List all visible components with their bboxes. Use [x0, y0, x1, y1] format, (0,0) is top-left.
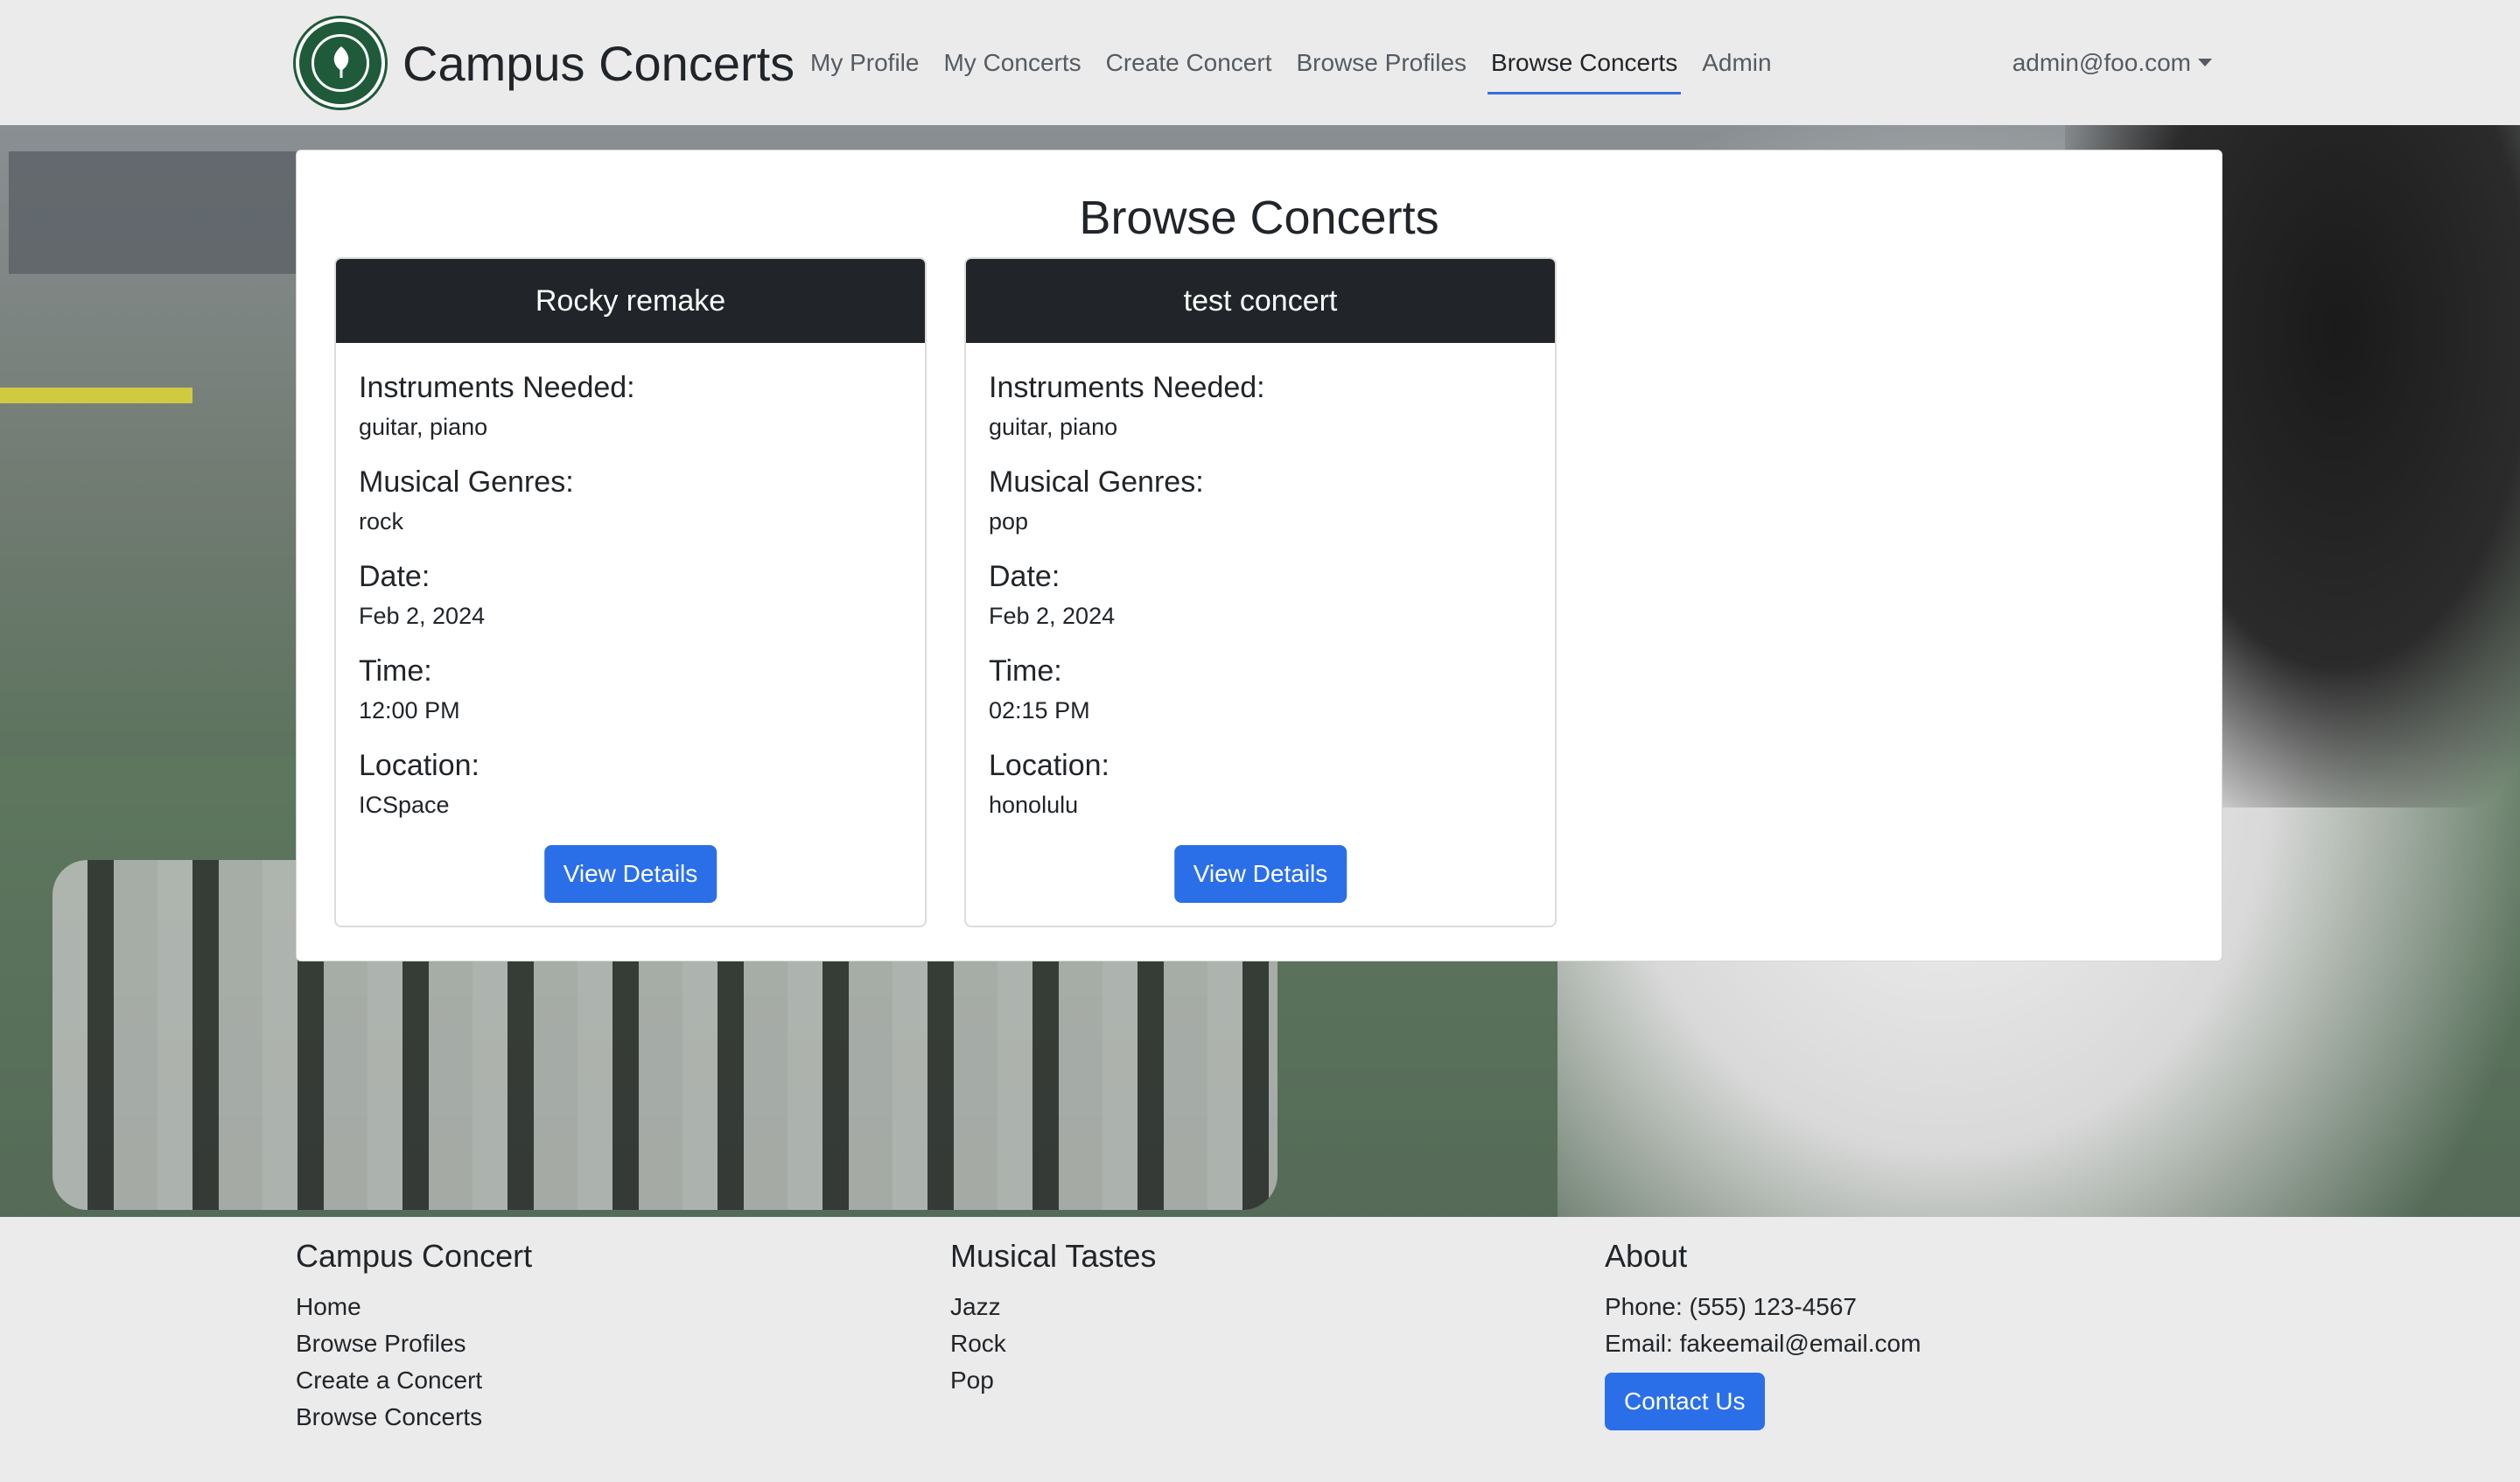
view-details-button[interactable]: View Details: [1173, 845, 1348, 903]
genres-label: Musical Genres:: [989, 465, 1204, 499]
contact-us-button[interactable]: Contact Us: [1605, 1373, 1765, 1430]
nav-admin[interactable]: Admin: [1690, 0, 1783, 125]
navbar: Campus Concerts My Profile My Concerts C…: [0, 0, 2520, 125]
genres-value: pop: [989, 508, 1029, 535]
concert-card: test concert Instruments Needed: guitar,…: [964, 257, 1557, 927]
concert-name: Rocky remake: [336, 259, 925, 343]
user-dropdown[interactable]: admin@foo.com: [2012, 0, 2212, 125]
nav-browse-concerts[interactable]: Browse Concerts: [1479, 0, 1690, 125]
footer-link-home[interactable]: Home: [296, 1289, 532, 1325]
date-value: Feb 2, 2024: [989, 603, 1116, 629]
footer-link-rock[interactable]: Rock: [950, 1325, 1156, 1362]
instruments-value: guitar, piano: [359, 414, 488, 440]
page-title: Browse Concerts: [1079, 192, 1439, 244]
nav-browse-profiles[interactable]: Browse Profiles: [1284, 0, 1480, 125]
view-details-button[interactable]: View Details: [543, 845, 718, 903]
time-label: Time:: [359, 654, 432, 688]
browse-concerts-panel: Browse Concerts Rocky remake Instruments…: [296, 150, 2222, 961]
nav-my-concerts[interactable]: My Concerts: [931, 0, 1093, 125]
location-label: Location:: [359, 749, 480, 782]
brand-title[interactable]: Campus Concerts: [402, 35, 794, 92]
footer-link-browse-profiles[interactable]: Browse Profiles: [296, 1325, 532, 1362]
location-value: honolulu: [989, 792, 1079, 818]
footer-col-tastes: Musical Tastes Jazz Rock Pop: [950, 1238, 1156, 1399]
nav-create-concert[interactable]: Create Concert: [1094, 0, 1284, 125]
date-value: Feb 2, 2024: [359, 603, 486, 629]
genres-label: Musical Genres:: [359, 465, 574, 499]
nav-my-profile[interactable]: My Profile: [798, 0, 931, 125]
location-label: Location:: [989, 749, 1110, 782]
footer: Campus Concert Home Browse Profiles Crea…: [0, 1217, 2520, 1482]
brand[interactable]: Campus Concerts: [296, 17, 794, 108]
instruments-label: Instruments Needed:: [359, 371, 635, 404]
time-label: Time:: [989, 654, 1062, 688]
concert-card: Rocky remake Instruments Needed: guitar,…: [334, 257, 927, 927]
footer-link-create-concert[interactable]: Create a Concert: [296, 1362, 532, 1399]
footer-heading: Campus Concert: [296, 1238, 533, 1274]
footer-email: Email: fakeemail@email.com: [1605, 1330, 1922, 1357]
location-value: ICSpace: [359, 792, 450, 818]
footer-heading: About: [1605, 1238, 1688, 1274]
date-label: Date:: [989, 560, 1060, 593]
instruments-value: guitar, piano: [989, 414, 1118, 440]
nav-links: My Profile My Concerts Create Concert Br…: [798, 0, 1784, 125]
time-value: 02:15 PM: [989, 697, 1090, 724]
concert-name: test concert: [966, 259, 1555, 343]
time-value: 12:00 PM: [359, 697, 460, 724]
footer-col-campus: Campus Concert Home Browse Profiles Crea…: [296, 1238, 532, 1436]
user-email: admin@foo.com: [2012, 48, 2191, 76]
university-seal-logo: [296, 18, 385, 108]
footer-link-pop[interactable]: Pop: [950, 1362, 1156, 1399]
footer-phone: Phone: (555) 123-4567: [1605, 1293, 1857, 1320]
date-label: Date:: [359, 560, 430, 593]
instruments-label: Instruments Needed:: [989, 371, 1265, 404]
footer-link-jazz[interactable]: Jazz: [950, 1289, 1156, 1325]
footer-heading: Musical Tastes: [950, 1238, 1157, 1274]
chevron-down-icon: [2198, 59, 2212, 66]
footer-col-about: About Phone: (555) 123-4567 Email: fakee…: [1605, 1238, 1921, 1430]
genres-value: rock: [359, 508, 404, 535]
footer-link-browse-concerts[interactable]: Browse Concerts: [296, 1399, 532, 1436]
